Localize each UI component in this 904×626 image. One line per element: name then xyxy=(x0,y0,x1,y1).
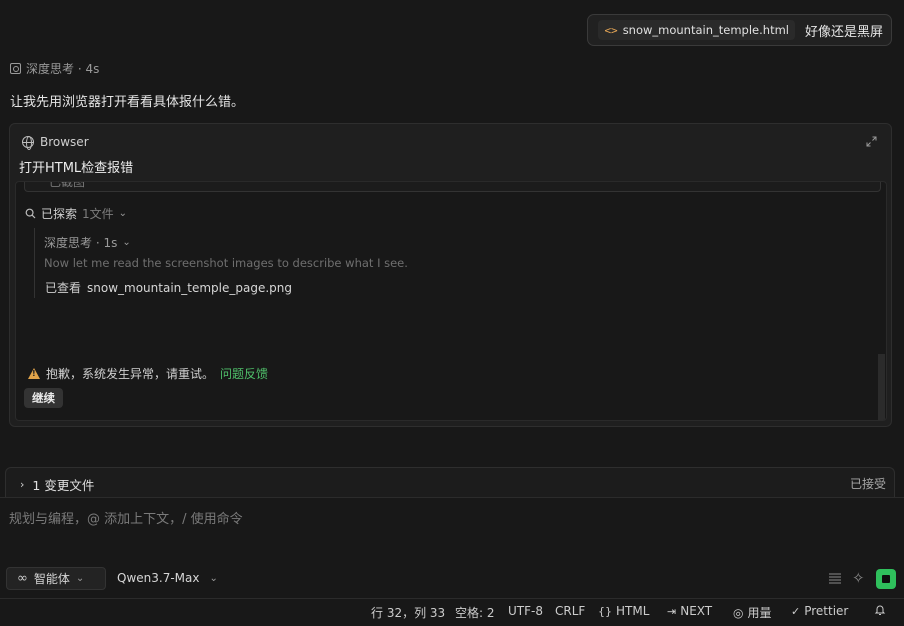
accepted-status: 已接受 xyxy=(849,477,886,491)
continue-button[interactable]: 继续 xyxy=(24,388,63,408)
chevron-right-icon: › xyxy=(20,478,25,491)
check-icon: ✓ xyxy=(791,604,801,618)
assistant-reply: 让我先用浏览器打开看看具体报什么错。 xyxy=(10,95,245,110)
globe-icon xyxy=(22,136,34,150)
status-bar: 行 32，列 33 空格: 2 UTF-8 CRLF {} HTML ⇥ NEX… xyxy=(0,598,904,626)
language-label: HTML xyxy=(616,604,650,618)
browser-label: Browser xyxy=(40,135,89,149)
changed-files-toggle[interactable]: › 1 变更文件 xyxy=(20,475,94,494)
nested-thinking-label: 深度思考 · 1s xyxy=(44,236,118,250)
tool-output-panel: 已截图 已探索 1文件 ⌄ 深度思考 · 1s ⌄ Now let me rea… xyxy=(15,181,887,421)
usage-button[interactable]: ◎ 用量 xyxy=(733,604,772,621)
chevron-down-icon: ⌄ xyxy=(122,237,131,248)
scrollbar[interactable] xyxy=(878,354,885,420)
language-mode[interactable]: {} HTML xyxy=(598,604,649,618)
model-label: Qwen3.7-Max xyxy=(117,571,200,585)
model-select[interactable]: Qwen3.7-Max ⌄ xyxy=(117,571,218,585)
chevron-down-icon: ⌄ xyxy=(118,208,128,219)
feedback-link[interactable]: 问题反馈 xyxy=(220,365,268,382)
prettier-button[interactable]: ✓ Prettier xyxy=(791,604,848,618)
thinking-label: 深度思考 · 4s xyxy=(26,62,100,76)
changed-files-bar[interactable]: › 1 变更文件 已接受 xyxy=(5,467,895,497)
explored-count: 1文件 xyxy=(82,207,114,221)
expand-icon[interactable] xyxy=(866,136,877,147)
browser-card-title: 打开HTML检查报错 xyxy=(19,161,134,176)
next-button[interactable]: ⇥ NEXT xyxy=(667,604,712,618)
changed-files-label: 1 变更文件 xyxy=(32,478,95,493)
chat-input-area: 规划与编程，@ 添加上下文，/ 使用命令 ∞ 智能体 ⌄ Qwen3.7-Max… xyxy=(0,497,904,597)
next-label: NEXT xyxy=(680,604,713,618)
sparkle-icon[interactable]: ✧ xyxy=(852,569,865,587)
chevron-down-icon: ⌄ xyxy=(75,573,85,584)
list-icon[interactable] xyxy=(829,573,841,584)
usage-label: 用量 xyxy=(747,606,772,620)
indent-setting[interactable]: 空格: 2 xyxy=(455,604,495,621)
nested-thought-text: Now let me read the screenshot images to… xyxy=(44,256,408,270)
chat-input[interactable]: 规划与编程，@ 添加上下文，/ 使用命令 xyxy=(9,508,243,527)
code-icon: <> xyxy=(604,23,618,37)
chat-panel: <> snow_mountain_temple.html 好像还是黑屏 深度思考… xyxy=(0,0,904,626)
agent-mode-select[interactable]: ∞ 智能体 ⌄ xyxy=(6,567,106,590)
thinking-toggle[interactable]: 深度思考 · 4s xyxy=(10,60,99,77)
usage-icon: ◎ xyxy=(733,605,744,620)
screenshot-row: 已截图 xyxy=(24,181,881,192)
nested-thinking-toggle[interactable]: 深度思考 · 1s ⌄ xyxy=(44,234,131,251)
search-icon xyxy=(25,208,36,219)
eol-setting[interactable]: CRLF xyxy=(555,604,585,618)
bell-icon[interactable] xyxy=(874,604,886,616)
user-message-text: 好像还是黑屏 xyxy=(804,24,883,40)
next-icon: ⇥ xyxy=(667,604,677,618)
viewed-file-row[interactable]: 已查看 snow_mountain_temple_page.png xyxy=(45,279,292,296)
file-chip[interactable]: <> snow_mountain_temple.html xyxy=(598,20,795,40)
agent-mode-label: 智能体 xyxy=(33,572,70,586)
browser-card-header: Browser xyxy=(22,135,89,150)
user-message: <> snow_mountain_temple.html 好像还是黑屏 xyxy=(587,14,892,46)
chevron-down-icon: ⌄ xyxy=(209,572,218,584)
cursor-position[interactable]: 行 32，列 33 xyxy=(371,604,445,621)
error-message: 抱歉，系统发生异常，请重试。问题反馈 xyxy=(28,365,268,382)
infinity-icon: ∞ xyxy=(17,571,28,586)
stop-button[interactable] xyxy=(876,569,896,589)
nested-steps: 深度思考 · 1s ⌄ Now let me read the screensh… xyxy=(34,228,734,298)
prettier-label: Prettier xyxy=(804,604,849,618)
browser-card: Browser 打开HTML检查报错 已截图 已探索 1文件 ⌄ 深度思考 · xyxy=(9,123,892,427)
screenshot-row-label: 已截图 xyxy=(49,181,86,189)
warning-icon xyxy=(28,368,40,379)
viewed-label: 已查看 xyxy=(45,281,82,295)
explored-label: 已探索 xyxy=(41,207,78,221)
viewed-file-name: snow_mountain_temple_page.png xyxy=(87,281,293,295)
braces-icon: {} xyxy=(598,604,612,618)
encoding-setting[interactable]: UTF-8 xyxy=(508,604,543,618)
explored-toggle[interactable]: 已探索 1文件 ⌄ xyxy=(25,205,127,222)
thinking-icon xyxy=(10,63,21,74)
file-chip-label: snow_mountain_temple.html xyxy=(622,23,789,37)
error-text: 抱歉，系统发生异常，请重试。 xyxy=(46,367,215,381)
